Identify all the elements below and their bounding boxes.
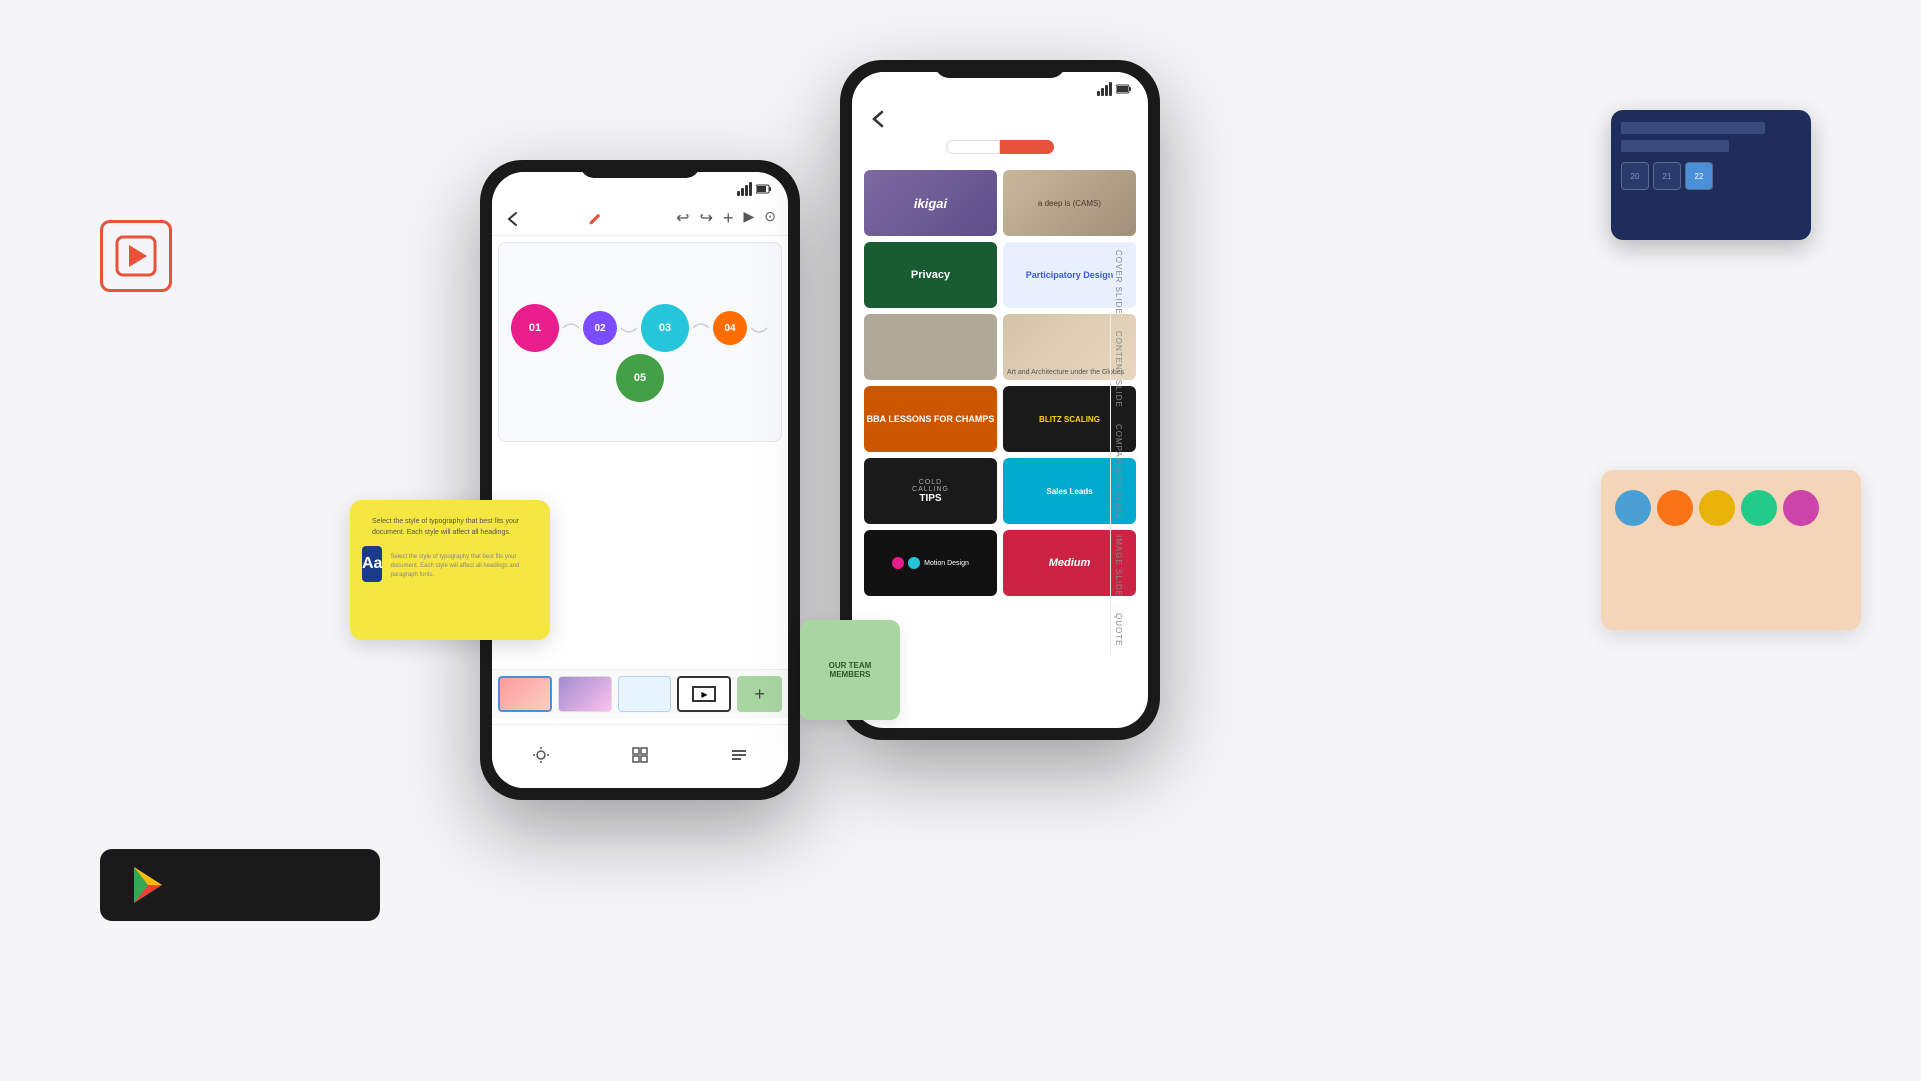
side-label-comparison: COMPARISON SLIDE <box>1110 416 1126 527</box>
fish-circles <box>1615 490 1847 526</box>
tab-gallery[interactable] <box>1000 140 1054 154</box>
side-label-quote: QUOTE <box>1110 605 1126 654</box>
deco-card-navy: 20 21 22 <box>1611 110 1811 240</box>
slide-thumb-dark[interactable] <box>864 314 997 380</box>
thumb-add-button[interactable]: + <box>737 676 782 712</box>
phone2-back-icon[interactable] <box>868 108 890 130</box>
phone1-thumbnails: ▶ + <box>492 669 788 718</box>
slide-thumb-motion-design[interactable]: Motion Design <box>864 530 997 596</box>
battery-icon <box>756 184 772 194</box>
fish-circle-2 <box>1657 490 1693 526</box>
format-nav-icon <box>630 745 650 765</box>
phone1-topbar: ↩ ↪ + ▶ ⊙ <box>492 202 788 236</box>
play-presentation-icon[interactable]: ▶ <box>743 208 754 229</box>
connector-svg <box>561 318 581 338</box>
redo-icon[interactable]: ↪ <box>700 208 713 229</box>
fish-circle-5 <box>1783 490 1819 526</box>
slide-thumb-privacy[interactable]: Privacy <box>864 242 997 308</box>
google-play-button[interactable] <box>100 849 380 921</box>
thumb-1[interactable] <box>498 676 552 712</box>
phone1-slide-area: 01 02 03 04 05 <box>498 242 782 442</box>
logo-icon-box <box>100 220 172 292</box>
step-05: 05 <box>616 354 664 402</box>
step-04: 04 <box>713 311 747 345</box>
typo-body-text: Select the style of typography that best… <box>390 553 538 580</box>
wifi-icon <box>737 182 752 196</box>
fish-circle-1 <box>1615 490 1651 526</box>
back-arrow-icon[interactable] <box>504 210 522 228</box>
thumb-4[interactable]: ▶ <box>677 676 731 712</box>
connector-svg2 <box>619 318 639 338</box>
phone2-slide-grid: ikigai a deep is (CAMS) Privacy Particip… <box>852 170 1148 596</box>
nav-review[interactable] <box>729 745 749 768</box>
slide-thumb-bba-lessons[interactable]: BBA LESSONS FOR CHAMPS <box>864 386 997 452</box>
step-02: 02 <box>583 311 617 345</box>
phone1-toolbar-actions: ↩ ↪ + ▶ ⊙ <box>676 208 776 229</box>
connector-svg3 <box>691 318 711 338</box>
edit-icon <box>588 212 602 226</box>
undo-icon[interactable]: ↩ <box>676 208 689 229</box>
animate-nav-icon <box>531 745 551 765</box>
connector-svg4 <box>749 318 769 338</box>
side-label-content: CONTENT SLIDE <box>1110 323 1126 416</box>
phone2-side-labels: COVER SLIDE CONTENT SLIDE COMPARISON SLI… <box>1110 242 1126 655</box>
tab-layout[interactable] <box>946 140 1000 154</box>
nav-format[interactable] <box>630 745 650 768</box>
slide-thumb-book[interactable]: a deep is (CAMS) <box>1003 170 1136 236</box>
thumb-3[interactable] <box>618 676 672 712</box>
phone2-notch <box>935 60 1065 78</box>
phone1-screen: ↩ ↪ + ▶ ⊙ 01 02 03 04 05 <box>492 172 788 788</box>
phone1-notch <box>580 160 700 178</box>
share-icon[interactable]: ⊙ <box>764 208 776 229</box>
step-01: 01 <box>511 304 559 352</box>
review-nav-icon <box>729 745 749 765</box>
nav-animate[interactable] <box>531 745 551 768</box>
phone2-header <box>852 100 1148 140</box>
fish-circle-3 <box>1699 490 1735 526</box>
logo-area <box>100 220 190 292</box>
side-label-image: IMAGE SLIDE <box>1110 527 1126 605</box>
fish-circle-4 <box>1741 490 1777 526</box>
phone2-battery-icon <box>1116 84 1132 94</box>
google-play-icon <box>126 863 170 907</box>
phone2-wifi-icon <box>1097 82 1112 96</box>
deco-card-typography: Select the style of typography that best… <box>350 500 550 640</box>
phone1-device: ↩ ↪ + ▶ ⊙ 01 02 03 04 05 <box>480 160 800 800</box>
phone2-tabs <box>868 140 1132 154</box>
phone1-doc-info <box>588 212 610 226</box>
slide-thumb-cold-tips[interactable]: COLD CALLING TIPS <box>864 458 997 524</box>
add-icon[interactable]: + <box>723 208 734 229</box>
phone1-bottomnav <box>492 724 788 788</box>
infographic: 01 02 03 04 05 <box>509 304 771 402</box>
left-content <box>100 220 190 342</box>
side-label-cover: COVER SLIDE <box>1110 242 1126 323</box>
thumb-2[interactable] <box>558 676 612 712</box>
step-03: 03 <box>641 304 689 352</box>
deco-card-green: OUR TEAM MEMBERS <box>800 620 900 720</box>
deco-card-peach <box>1601 470 1861 630</box>
play-icon <box>115 235 157 277</box>
slide-thumb-ikigai[interactable]: ikigai <box>864 170 997 236</box>
typo-aa-dark: Aa <box>362 555 382 573</box>
